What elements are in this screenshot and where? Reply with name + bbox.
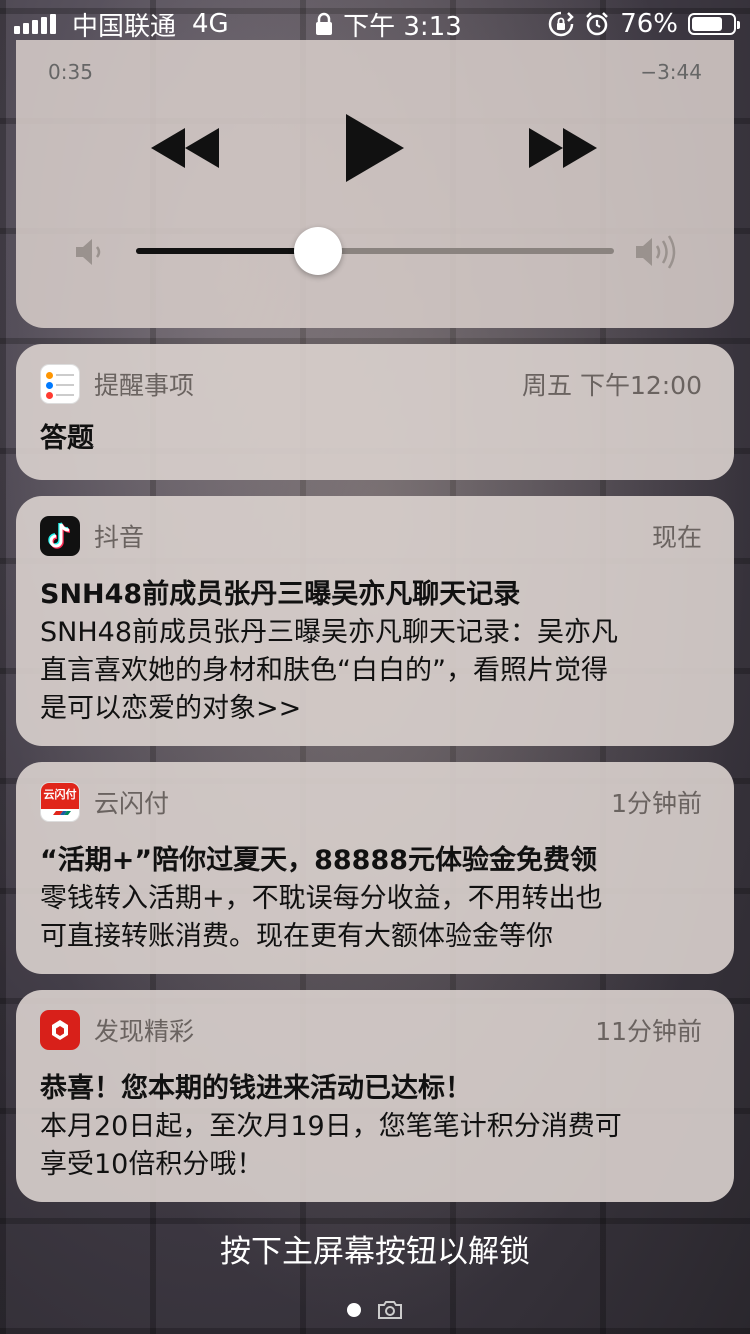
- notification-body-line: SNH48前成员张丹三曝吴亦凡聊天记录：吴亦凡: [40, 617, 618, 648]
- notification-time: 1分钟前: [611, 789, 702, 818]
- notification-body: SNH48前成员张丹三曝吴亦凡聊天记录：吴亦凡 直言喜欢她的身材和肤色“白白的”…: [40, 614, 702, 728]
- notification-app-name: 抖音: [94, 523, 145, 552]
- status-bar: 中国联通 4G 下午 3:13 76%: [0, 0, 750, 48]
- page-indicator: [0, 1300, 750, 1320]
- notification-body: 零钱转入活期+，不耽误每分收益，不用转出也 可直接转账消费。现在更有大额体验金等…: [40, 880, 702, 956]
- rewind-icon: [151, 128, 219, 168]
- notification-app-name: 发现精彩: [94, 1017, 195, 1046]
- notification-discover[interactable]: 发现精彩 11分钟前 恭喜！您本期的钱进来活动已达标！ 本月20日起，至次月19…: [16, 990, 734, 1202]
- battery-level: [691, 17, 723, 31]
- battery-icon: [687, 13, 740, 35]
- notification-title: 恭喜！您本期的钱进来活动已达标！: [40, 1073, 472, 1104]
- notification-reminders[interactable]: 提醒事项 周五 下午12:00 答题: [16, 344, 734, 480]
- status-time: 下午 3:13: [343, 11, 462, 42]
- fast-forward-icon: [529, 128, 597, 168]
- notification-body-line: 直言喜欢她的身材和肤色“白白的”，看照片觉得: [40, 655, 608, 686]
- notification-time: 11分钟前: [595, 1017, 702, 1046]
- camera-icon[interactable]: [377, 1300, 403, 1320]
- network-type: 4G: [192, 9, 229, 39]
- notification-body-line: 享受10倍积分哦！: [40, 1149, 264, 1180]
- notification-body-line: 本月20日起，至次月19日，您笔笔计积分消费可: [40, 1111, 622, 1142]
- alarm-icon: [586, 12, 609, 36]
- page-dot-active[interactable]: [347, 1303, 361, 1317]
- fast-forward-button[interactable]: [528, 112, 600, 184]
- reminders-icon: [40, 364, 80, 404]
- rewind-button[interactable]: [150, 112, 222, 184]
- battery-percent: 76%: [620, 9, 678, 39]
- rotation-lock-icon: [548, 11, 574, 37]
- notification-douyin[interactable]: 抖音 现在 SNH48前成员张丹三曝吴亦凡聊天记录 SNH48前成员张丹三曝吴亦…: [16, 496, 734, 746]
- notification-app-name: 云闪付: [94, 789, 170, 818]
- discover-icon: [40, 1010, 80, 1050]
- notification-title: “活期+”陪你过夏天，88888元体验金免费领: [40, 845, 598, 876]
- play-icon: [346, 114, 404, 182]
- volume-control: [74, 226, 682, 276]
- volume-slider[interactable]: [136, 227, 614, 275]
- notification-body-line: 零钱转入活期+，不耽误每分收益，不用转出也: [40, 883, 603, 914]
- remaining-time: −3:44: [640, 60, 702, 84]
- notification-body: 本月20日起，至次月19日，您笔笔计积分消费可 享受10倍积分哦！: [40, 1108, 702, 1184]
- unionpay-icon: 云闪付: [40, 782, 80, 822]
- lock-icon: [316, 12, 333, 35]
- notification-body-line: 可直接转账消费。现在更有大额体验金等你: [40, 921, 553, 952]
- volume-slider-thumb[interactable]: [293, 227, 342, 275]
- notification-time: 周五 下午12:00: [522, 371, 702, 400]
- notification-title: 答题: [40, 423, 94, 454]
- notification-title: SNH48前成员张丹三曝吴亦凡聊天记录: [40, 579, 521, 610]
- notification-body-line: 是可以恋爱的对象>>: [40, 693, 302, 724]
- notification-app-name: 提醒事项: [94, 371, 195, 400]
- signal-strength-icon: [14, 14, 56, 34]
- play-button[interactable]: [338, 112, 410, 184]
- carrier-name: 中国联通: [72, 11, 177, 42]
- unlock-hint: 按下主屏幕按钮以解锁: [220, 1234, 530, 1270]
- volume-high-icon: [636, 235, 676, 269]
- douyin-icon: [40, 516, 80, 556]
- volume-low-icon: [76, 239, 101, 265]
- notification-unionpay[interactable]: 云闪付 云闪付 1分钟前 “活期+”陪你过夏天，88888元体验金免费领 零钱转…: [16, 762, 734, 974]
- elapsed-time: 0:35: [48, 60, 93, 84]
- volume-slider-fill: [136, 248, 318, 254]
- music-player-widget: 0:35 −3:44: [16, 40, 734, 328]
- notification-time: 现在: [651, 523, 702, 552]
